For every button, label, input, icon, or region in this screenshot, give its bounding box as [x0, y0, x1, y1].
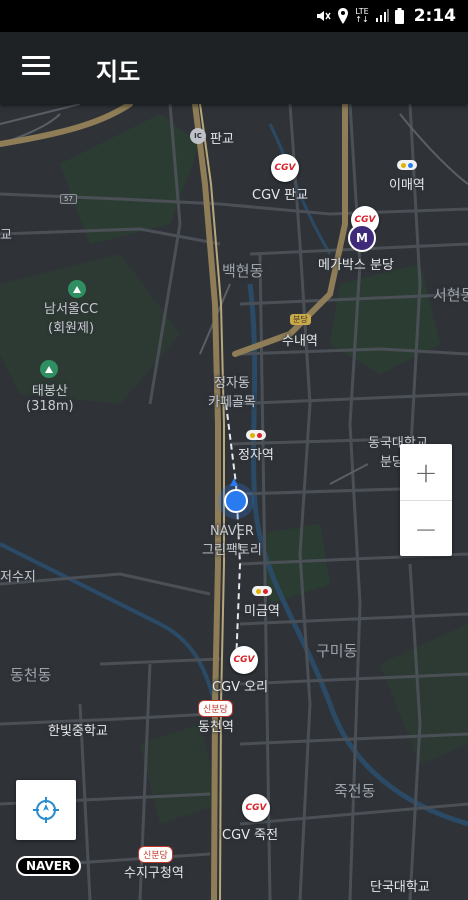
place-label-line: 그린팩토리 [202, 543, 262, 558]
subway-station-marker[interactable] [246, 430, 266, 440]
district-label: 죽전동 [334, 782, 376, 800]
place-label[interactable]: 태봉산 (318m) [26, 380, 74, 414]
subway-station-marker[interactable] [397, 160, 417, 170]
signal-icon [375, 9, 389, 22]
zoom-in-button[interactable]: + [400, 444, 452, 500]
place-label[interactable]: CGV 오리 [212, 676, 268, 695]
place-label[interactable]: 정자동 카페골목 [208, 372, 256, 410]
line-badge: 신분당 [138, 846, 173, 863]
district-label: 구미동 [316, 642, 358, 660]
place-label-line: (318m) [26, 399, 74, 414]
place-label[interactable]: 메가박스 분당 [318, 254, 394, 273]
naver-logo: NAVER [16, 856, 82, 876]
zoom-out-button[interactable]: − [400, 501, 452, 557]
place-label-line: 남서울CC [44, 302, 99, 317]
app-bar: 지도 [0, 32, 468, 104]
place-label[interactable]: CGV 판교 [252, 184, 308, 203]
district-label: 백현동 [222, 262, 264, 280]
status-bar: LTE ↑↓ 2:14 [0, 0, 468, 32]
place-label[interactable]: 한빛중학교 [48, 720, 108, 739]
clock: 2:14 [413, 6, 456, 26]
cgv-logo: CGV [245, 803, 267, 813]
golf-marker[interactable] [68, 280, 86, 298]
place-label[interactable]: 단국대학교 [370, 876, 430, 895]
cgv-logo: CGV [233, 655, 255, 665]
subway-station-marker[interactable] [252, 586, 272, 596]
mute-icon [317, 11, 331, 21]
place-label[interactable]: CGV 죽전 [222, 824, 278, 843]
heading-indicator [230, 478, 238, 486]
place-label[interactable]: NAVER 그린팩토리 [202, 524, 262, 558]
district-label: 동천동 [10, 666, 52, 684]
megabox-marker[interactable]: M [348, 224, 376, 252]
location-icon [338, 8, 349, 24]
lte-icon: LTE ↑↓ [355, 7, 369, 24]
place-label[interactable]: 정자역 [238, 444, 274, 463]
battery-icon [394, 8, 404, 24]
locate-me-button[interactable] [16, 780, 76, 840]
mountain-marker[interactable] [40, 360, 58, 378]
place-label: 교 [0, 228, 12, 243]
ic-badge: IC [190, 128, 206, 144]
line-badge: 신분당 [198, 700, 233, 717]
place-label-line: 정자동 [213, 376, 250, 391]
route-badge: 57 [60, 194, 77, 204]
place-label[interactable]: 수내역 [282, 330, 318, 349]
place-label[interactable]: 이매역 [389, 174, 425, 193]
place-label-line: 태봉산 [31, 384, 68, 399]
line-badge: 분당 [290, 314, 311, 325]
place-label[interactable]: 수지구청역 [124, 862, 184, 881]
place-label[interactable]: 미금역 [244, 600, 280, 619]
place-label[interactable]: 남서울CC (회원제) [44, 298, 98, 336]
status-icons: LTE ↑↓ 2:14 [315, 0, 456, 32]
map-view[interactable]: IC 판교 CGV CGV 판교 이매역 57 교 CGV M 메가박스 분당 … [0, 104, 468, 900]
hamburger-menu-icon[interactable] [22, 56, 50, 80]
current-location-marker [224, 489, 248, 513]
cgv-marker[interactable]: CGV [242, 794, 270, 822]
compass-locate-icon [33, 797, 59, 823]
cgv-marker[interactable]: CGV [271, 154, 299, 182]
page-title: 지도 [96, 58, 141, 86]
cgv-marker[interactable]: CGV [230, 646, 258, 674]
cgv-logo: CGV [274, 163, 296, 173]
place-label: 저수지 [0, 570, 36, 585]
district-label: 서현동 [433, 286, 468, 304]
place-label[interactable]: 판교 [210, 128, 234, 147]
place-label[interactable]: 동천역 [198, 716, 234, 735]
place-label-line: NAVER [209, 524, 254, 539]
zoom-control: + − [400, 444, 452, 556]
place-label-line: (회원제) [48, 321, 95, 336]
place-label-line: 카페골목 [208, 395, 256, 410]
